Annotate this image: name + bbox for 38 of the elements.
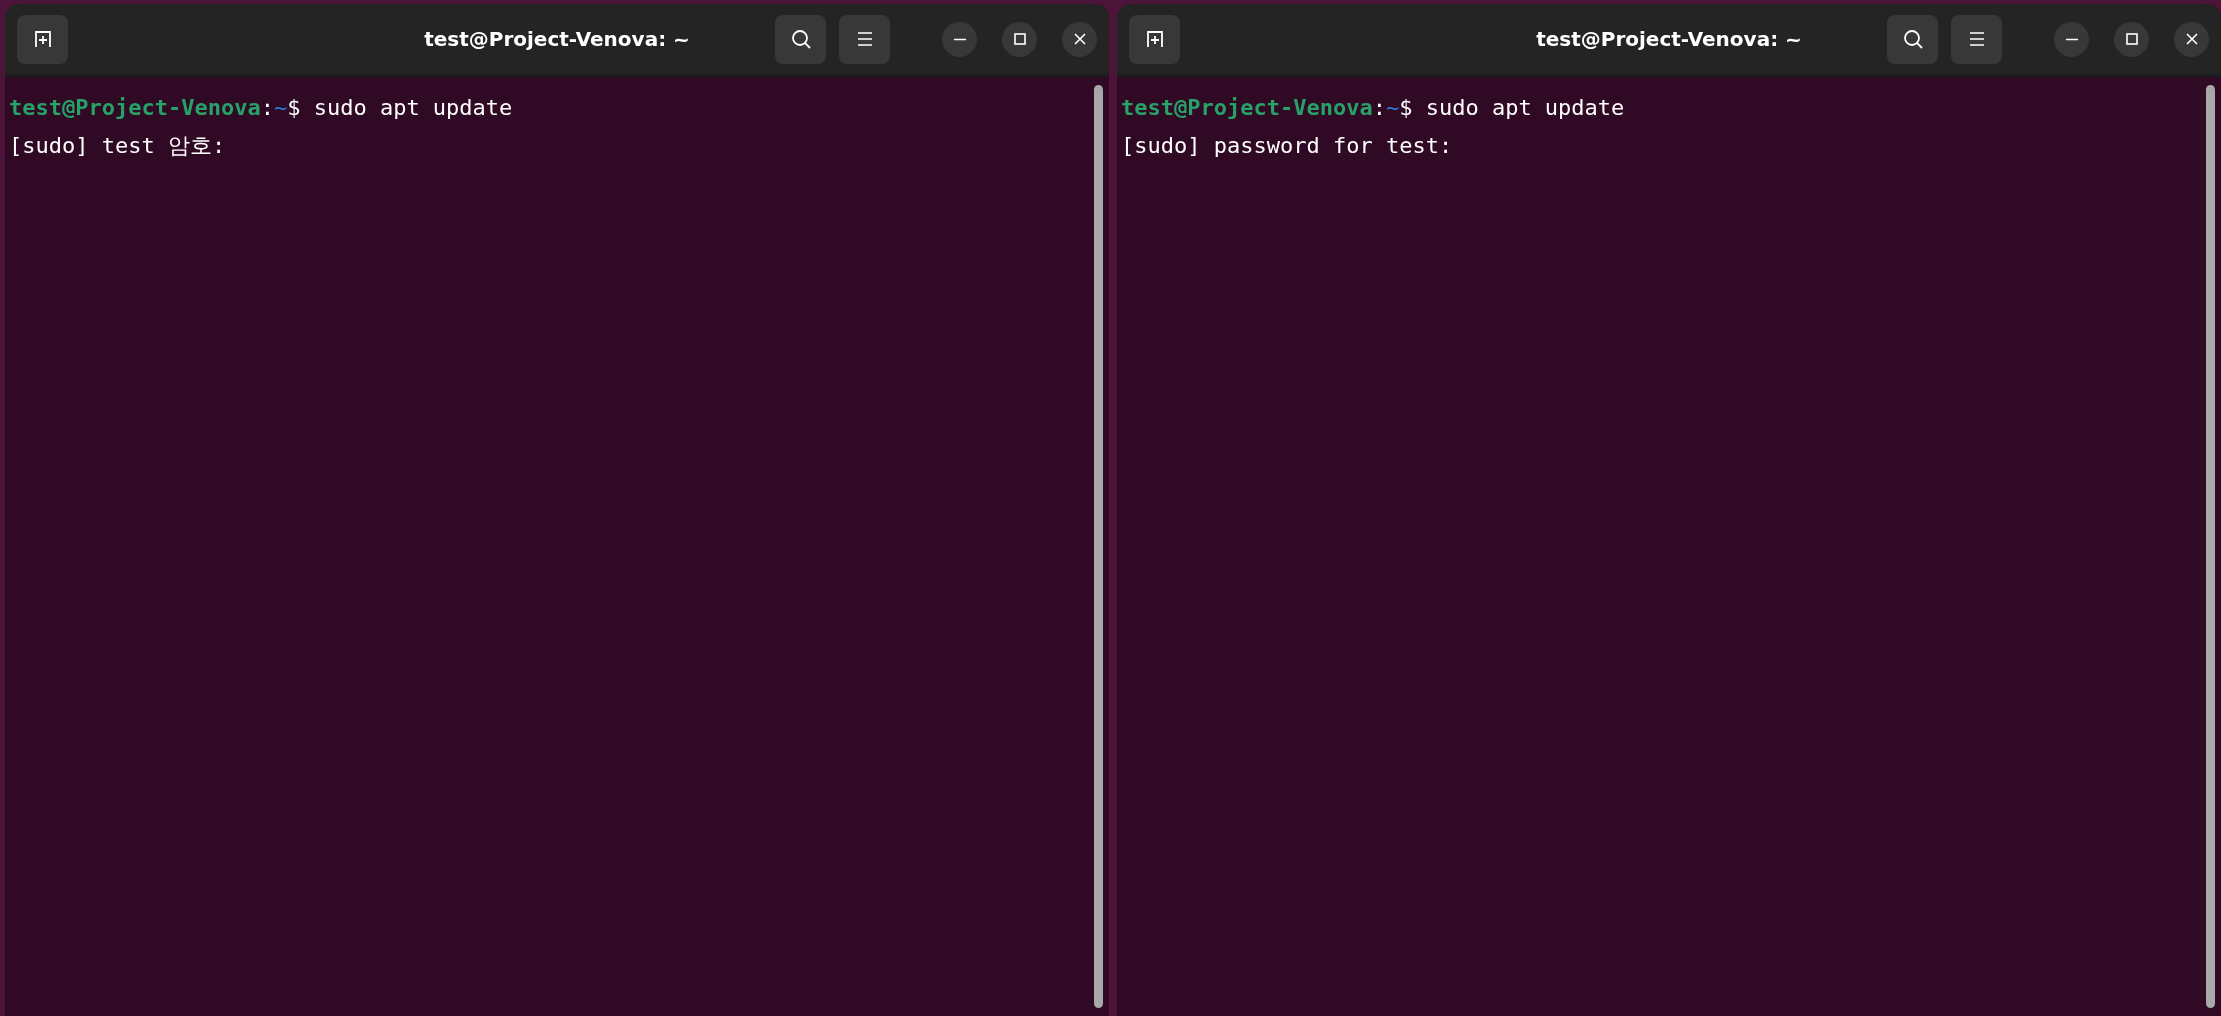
- new-tab-button[interactable]: [17, 14, 68, 64]
- close-button[interactable]: [1062, 21, 1097, 57]
- search-icon: [1901, 28, 1924, 50]
- new-tab-button[interactable]: [1129, 14, 1180, 64]
- maximize-button[interactable]: [2114, 21, 2149, 57]
- maximize-button[interactable]: [1002, 21, 1037, 57]
- prompt-user-host: test@Project-Venova: [1121, 95, 1373, 120]
- menu-icon: [856, 32, 873, 46]
- close-button[interactable]: [2174, 21, 2209, 57]
- new-tab-icon: [1145, 30, 1164, 48]
- terminal-text: [sudo] password for test:: [1121, 133, 1453, 158]
- terminal-text: :: [1372, 95, 1386, 120]
- search-button[interactable]: [1887, 14, 1938, 64]
- search-button[interactable]: [775, 14, 826, 64]
- maximize-icon: [1013, 33, 1026, 45]
- terminal-text: $ sudo apt update: [287, 95, 513, 120]
- new-tab-icon: [33, 30, 52, 48]
- terminal-text: :: [260, 95, 274, 120]
- minimize-icon: [2065, 37, 2078, 41]
- scrollbar[interactable]: [2206, 85, 2215, 1008]
- menu-icon: [1968, 32, 1985, 46]
- window-title: test@Project-Venova: ~: [424, 27, 690, 51]
- terminal-text: $ sudo apt update: [1399, 95, 1625, 120]
- prompt-user-host: test@Project-Venova: [9, 95, 261, 120]
- maximize-icon: [2125, 33, 2138, 45]
- terminal-text: [sudo] test 암호:: [9, 133, 226, 158]
- menu-button[interactable]: [1951, 14, 2002, 64]
- minimize-button[interactable]: [942, 21, 977, 57]
- scrollbar[interactable]: [1094, 85, 1103, 1008]
- close-icon: [2185, 33, 2198, 45]
- minimize-button[interactable]: [2054, 21, 2089, 57]
- prompt-path: ~: [273, 95, 288, 120]
- prompt-path: ~: [1385, 95, 1400, 120]
- minimize-icon: [953, 37, 966, 41]
- window-title: test@Project-Venova: ~: [1536, 27, 1802, 51]
- search-icon: [789, 28, 812, 50]
- menu-button[interactable]: [839, 14, 890, 64]
- close-icon: [1073, 33, 1086, 45]
